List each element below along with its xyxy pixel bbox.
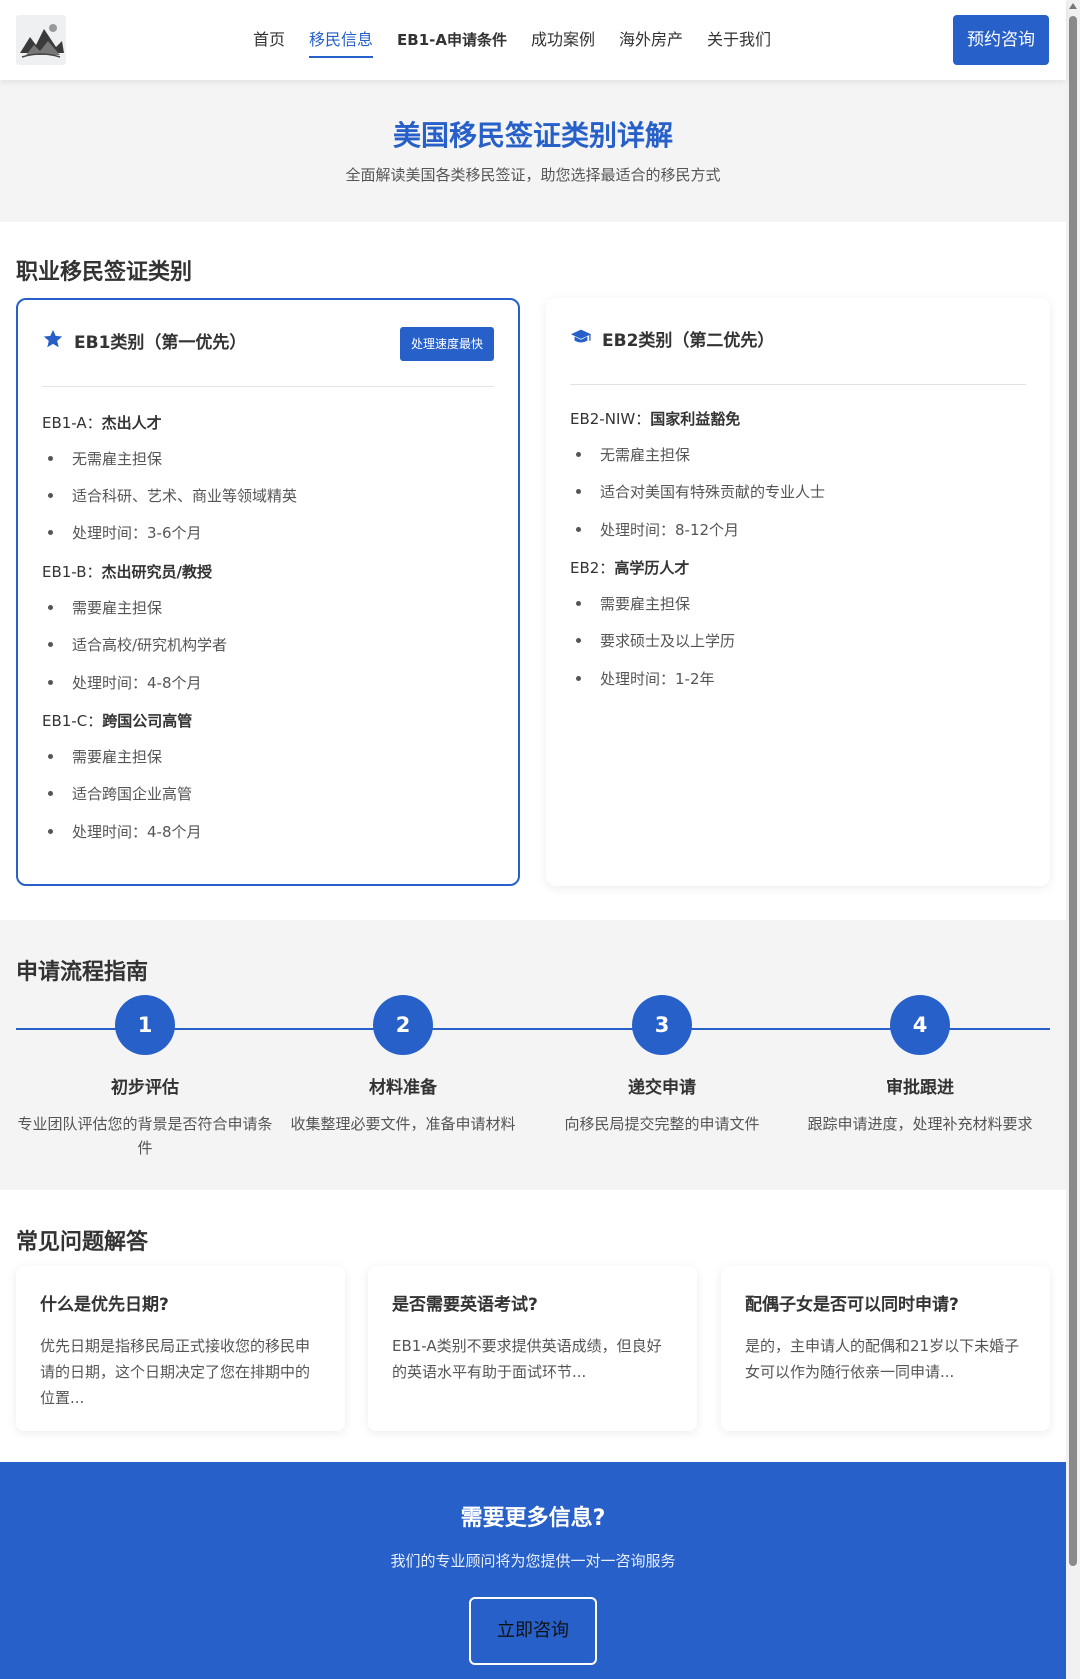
- contact-cta-section: 需要更多信息? 我们的专业顾问将为您提供一对一咨询服务 立即咨询: [0, 1462, 1066, 1679]
- list-item: 要求硕士及以上学历: [576, 630, 735, 651]
- step-title: 递交申请: [628, 1078, 696, 1098]
- list-item: 适合科研、艺术、商业等领域精英: [48, 485, 297, 506]
- faq-card[interactable]: 是否需要英语考试? EB1-A类别不要求提供英语成绩，但良好的英语水平有助于面试…: [368, 1266, 697, 1431]
- subcategory-heading: EB2：高学历人才: [570, 559, 690, 577]
- eb2-card: EB2类别（第二优先） EB2-NIW：国家利益豁免 无需雇主担保 适合对美国有…: [546, 298, 1050, 886]
- scrollbar[interactable]: [1066, 0, 1080, 1679]
- process-step: 2 材料准备 收集整理必要文件，准备申请材料: [273, 995, 533, 1136]
- card-header: EB2类别（第二优先）: [570, 322, 1026, 358]
- faq-question: 什么是优先日期?: [40, 1295, 169, 1315]
- scrollbar-thumb[interactable]: [1069, 16, 1077, 1566]
- graduation-cap-icon: [570, 329, 592, 343]
- process-section: 申请流程指南 1 初步评估 专业团队评估您的背景是否符合申请条件 2 材料准备 …: [0, 920, 1066, 1190]
- scroll-up-arrow-icon[interactable]: [1069, 3, 1077, 9]
- subcategory-heading: EB2-NIW：国家利益豁免: [570, 410, 741, 428]
- process-step: 1 初步评估 专业团队评估您的背景是否符合申请条件: [15, 995, 275, 1160]
- divider: [570, 384, 1026, 385]
- list-item: 适合跨国企业高管: [48, 783, 192, 804]
- step-number: 4: [890, 995, 950, 1055]
- faq-answer: 是的，主申请人的配偶和21岁以下未婚子女可以作为随行依亲一同申请...: [745, 1337, 1020, 1381]
- list-item: 需要雇主担保: [48, 746, 162, 767]
- nav-overseas-property[interactable]: 海外房产: [619, 28, 683, 58]
- step-number: 3: [632, 995, 692, 1055]
- nav-eb1a-requirements[interactable]: EB1-A申请条件: [397, 28, 507, 58]
- faq-question: 配偶子女是否可以同时申请?: [745, 1295, 959, 1315]
- list-item: 适合对美国有特殊贡献的专业人士: [576, 481, 825, 502]
- list-item: 处理时间：4-8个月: [48, 672, 202, 693]
- faq-card[interactable]: 配偶子女是否可以同时申请? 是的，主申请人的配偶和21岁以下未婚子女可以作为随行…: [721, 1266, 1050, 1431]
- page: 首页 移民信息 EB1-A申请条件 成功案例 海外房产 关于我们 预约咨询 美国…: [0, 0, 1066, 1679]
- logo[interactable]: [16, 15, 66, 65]
- cta-subtitle: 我们的专业顾问将为您提供一对一咨询服务: [390, 1552, 676, 1570]
- nav-about-us[interactable]: 关于我们: [707, 28, 771, 58]
- divider: [42, 386, 494, 387]
- step-description: 专业团队评估您的背景是否符合申请条件: [17, 1115, 273, 1157]
- list-item: 适合高校/研究机构学者: [48, 634, 227, 655]
- visa-categories-section: 职业移民签证类别 EB1类别（第一优先） 处理速度最快 EB1-A：杰出人才 无…: [0, 222, 1066, 920]
- step-title: 初步评估: [111, 1078, 179, 1098]
- list-item: 无需雇主担保: [576, 444, 690, 465]
- list-item: 需要雇主担保: [576, 593, 690, 614]
- section-title: 职业移民签证类别: [16, 260, 193, 285]
- card-title: EB2类别（第二优先）: [602, 331, 775, 351]
- step-description: 收集整理必要文件，准备申请材料: [290, 1115, 516, 1133]
- nav-immigration-info[interactable]: 移民信息: [309, 28, 374, 58]
- faq-section: 常见问题解答 什么是优先日期? 优先日期是指移民局正式接收您的移民申请的日期，这…: [0, 1190, 1066, 1462]
- star-icon: [43, 329, 63, 348]
- card-title: EB1类别（第一优先）: [74, 333, 247, 353]
- list-item: 无需雇主担保: [48, 448, 162, 469]
- faq-question: 是否需要英语考试?: [392, 1295, 538, 1315]
- page-subtitle: 全面解读美国各类移民签证，助您选择最适合的移民方式: [345, 166, 721, 184]
- section-title: 常见问题解答: [16, 1230, 149, 1255]
- step-description: 向移民局提交完整的申请文件: [564, 1115, 760, 1133]
- step-number: 2: [373, 995, 433, 1055]
- list-item: 处理时间：3-6个月: [48, 522, 202, 543]
- subcategory-heading: EB1-C：跨国公司高管: [42, 712, 193, 730]
- faq-answer: 优先日期是指移民局正式接收您的移民申请的日期，这个日期决定了您在排期中的位置..…: [40, 1337, 311, 1407]
- book-consultation-button[interactable]: 预约咨询: [953, 15, 1049, 65]
- step-number: 1: [115, 995, 175, 1055]
- process-step: 4 审批跟进 跟踪申请进度，处理补充材料要求: [790, 995, 1050, 1136]
- step-title: 审批跟进: [886, 1078, 954, 1098]
- site-header: 首页 移民信息 EB1-A申请条件 成功案例 海外房产 关于我们 预约咨询: [0, 0, 1066, 80]
- step-description: 跟踪申请进度，处理补充材料要求: [807, 1115, 1033, 1133]
- list-item: 需要雇主担保: [48, 597, 162, 618]
- list-item: 处理时间：4-8个月: [48, 821, 202, 842]
- nav-home[interactable]: 首页: [253, 28, 285, 58]
- hero-section: 美国移民签证类别详解 全面解读美国各类移民签证，助您选择最适合的移民方式: [0, 80, 1066, 222]
- subcategory-heading: EB1-B：杰出研究员/教授: [42, 563, 212, 581]
- card-header: EB1类别（第一优先） 处理速度最快: [42, 324, 494, 361]
- step-title: 材料准备: [369, 1078, 437, 1098]
- list-item: 处理时间：8-12个月: [576, 519, 739, 540]
- subcategory-heading: EB1-A：杰出人才: [42, 414, 162, 432]
- nav-success-cases[interactable]: 成功案例: [531, 28, 595, 58]
- main-nav: 首页 移民信息 EB1-A申请条件 成功案例 海外房产 关于我们: [253, 28, 795, 58]
- faq-answer: EB1-A类别不要求提供英语成绩，但良好的英语水平有助于面试环节...: [392, 1337, 662, 1381]
- page-title: 美国移民签证类别详解: [392, 119, 673, 152]
- process-step: 3 递交申请 向移民局提交完整的申请文件: [532, 995, 792, 1136]
- section-title: 申请流程指南: [16, 960, 149, 985]
- consult-now-button[interactable]: 立即咨询: [469, 1597, 597, 1665]
- faq-card[interactable]: 什么是优先日期? 优先日期是指移民局正式接收您的移民申请的日期，这个日期决定了您…: [16, 1266, 345, 1431]
- list-item: 处理时间：1-2年: [576, 668, 715, 689]
- eb1-card: EB1类别（第一优先） 处理速度最快 EB1-A：杰出人才 无需雇主担保 适合科…: [16, 298, 520, 886]
- cta-title: 需要更多信息?: [460, 1506, 606, 1531]
- fastest-badge: 处理速度最快: [399, 327, 494, 361]
